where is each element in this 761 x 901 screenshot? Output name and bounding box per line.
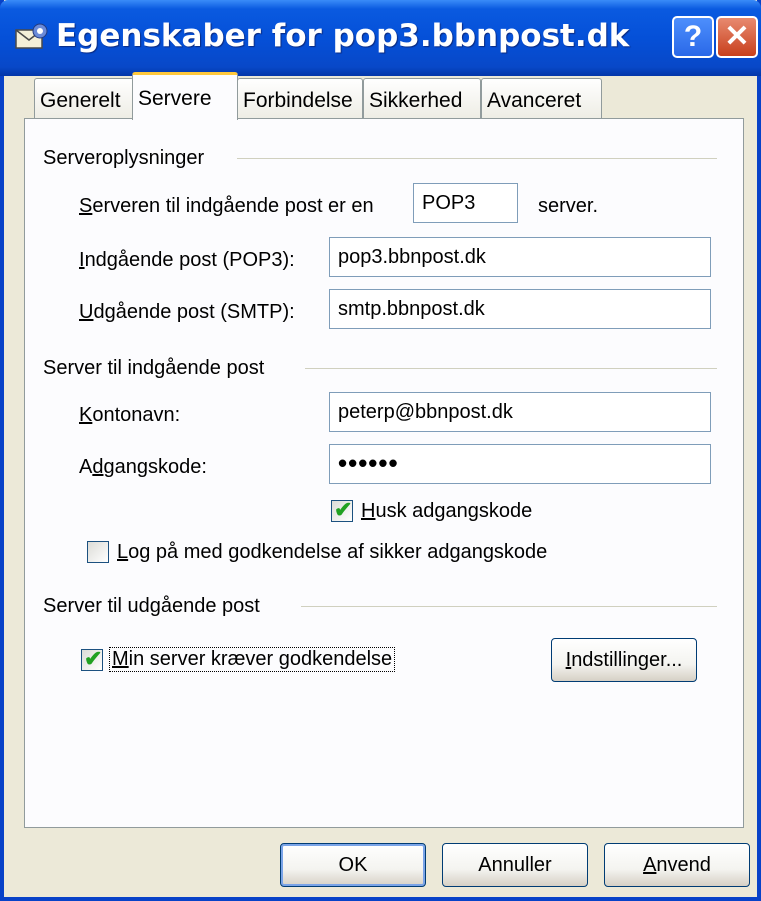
title-bar[interactable]: Egenskaber for pop3.bbnpost.dk ? ✕ (0, 0, 761, 76)
server-info-heading: Serveroplysninger (43, 147, 205, 169)
tab-sikkerhed[interactable]: Sikkerhed (363, 78, 481, 118)
close-button[interactable]: ✕ (716, 16, 758, 58)
tab-label: Servere (138, 87, 212, 110)
group-divider (237, 158, 717, 159)
apply-button[interactable]: Anvend (604, 843, 750, 887)
mail-account-icon (15, 23, 48, 49)
settings-button[interactable]: Indstillinger... (551, 638, 697, 682)
account-name-field[interactable]: peterp@bbnpost.dk (329, 392, 711, 432)
tab-label: Sikkerhed (369, 89, 463, 112)
password-field[interactable]: •••••• (329, 444, 711, 484)
properties-dialog: Egenskaber for pop3.bbnpost.dk ? ✕ Gener… (0, 0, 761, 901)
incoming-server-type: POP3 (413, 183, 518, 223)
help-button[interactable]: ? (672, 16, 714, 58)
requires-auth-checkbox[interactable]: ✔ (81, 646, 103, 671)
tab-avanceret[interactable]: Avanceret (481, 78, 602, 118)
remember-password-label[interactable]: Husk adgangskode (361, 500, 532, 523)
outgoing-server-field[interactable]: smtp.bbnpost.dk (329, 289, 711, 329)
incoming-type-label: Serveren til indgående post er en (79, 195, 374, 217)
check-mark-icon: ✔ (84, 646, 103, 671)
check-mark-icon: ✔ (334, 497, 353, 522)
spa-label[interactable]: Log på med godkendelse af sikker adgangs… (117, 541, 547, 564)
tab-servere[interactable]: Servere (132, 72, 238, 120)
outgoing-server-label: Udgående post (SMTP): (79, 301, 295, 323)
group-divider (301, 606, 717, 607)
spa-checkbox[interactable] (87, 541, 109, 563)
incoming-server-label: Indgående post (POP3): (79, 249, 295, 271)
tab-label: Generelt (40, 89, 121, 112)
group-divider (305, 368, 717, 369)
requires-auth-label[interactable]: Min server kræver godkendelse (109, 647, 396, 672)
password-label: Adgangskode: (79, 456, 207, 478)
tab-label: Avanceret (487, 89, 582, 112)
tab-forbindelse[interactable]: Forbindelse (237, 78, 363, 118)
incoming-server-field[interactable]: pop3.bbnpost.dk (329, 237, 711, 277)
remember-password-checkbox[interactable]: ✔ (331, 497, 353, 522)
servere-tab-panel: Serveroplysninger Serveren til indgående… (24, 118, 744, 828)
window-title: Egenskaber for pop3.bbnpost.dk (56, 18, 630, 54)
tab-label: Forbindelse (243, 89, 353, 112)
outgoing-server-heading: Server til udgående post (43, 595, 260, 617)
incoming-type-suffix: server. (538, 195, 599, 217)
incoming-server-heading: Server til indgående post (43, 357, 265, 379)
cancel-button[interactable]: Annuller (442, 843, 588, 887)
ok-button[interactable]: OK (280, 843, 426, 887)
tab-generelt[interactable]: Generelt (34, 78, 134, 118)
account-name-label: Kontonavn: (79, 404, 181, 426)
